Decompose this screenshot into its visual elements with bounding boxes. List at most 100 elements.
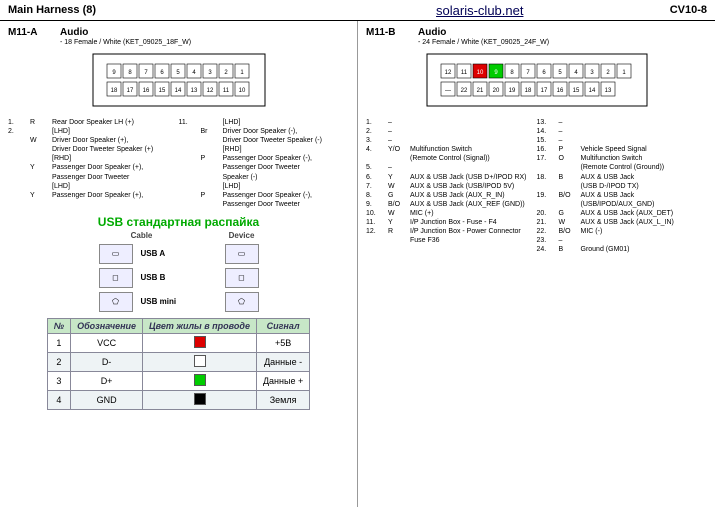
pin-num: 18.	[537, 173, 559, 182]
pin-color: –	[559, 136, 581, 145]
pin-desc	[581, 118, 708, 127]
pin-desc: AUX & USB Jack (AUX_R_IN)	[410, 191, 537, 200]
svg-text:17: 17	[126, 88, 133, 94]
pin-num: 22.	[537, 227, 559, 236]
page: Main Harness (8) solaris-club.net CV10-8…	[0, 0, 715, 511]
pin-color: –	[559, 236, 581, 245]
svg-text:12: 12	[206, 88, 213, 94]
usb-th: Цвет жилы в проводе	[143, 318, 257, 333]
usb-title: USB стандартная распайка	[8, 215, 349, 229]
usb-device-col: Device ▭ ◻ ⬠	[225, 231, 259, 312]
pin-color: G	[388, 191, 410, 200]
pin-num	[179, 200, 201, 209]
usb-table-head: №ОбозначениеЦвет жилы в проводеСигнал	[47, 318, 309, 333]
pin-desc: [LHD]	[223, 182, 350, 191]
pin-desc: AUX & USB Jack (AUX_L_IN)	[581, 218, 708, 227]
pin-num: 13.	[537, 118, 559, 127]
pin-color: B	[559, 245, 581, 254]
pin-num: 10.	[366, 209, 388, 218]
pin-desc: Multifunction Switch	[410, 145, 537, 154]
pin-row: 5.–	[366, 163, 537, 172]
pin-color: W	[30, 136, 52, 145]
pin-desc: (USB/IPOD/AUX_GND)	[581, 200, 708, 209]
pin-color	[30, 182, 52, 191]
pin-row: PPassenger Door Speaker (-),	[179, 154, 350, 163]
pin-row: 20.GAUX & USB Jack (AUX_DET)	[537, 209, 708, 218]
usb-grid: Cable ▭USB A ◻USB B ⬠USB mini Device ▭ ◻…	[8, 231, 349, 312]
usb-a-device-icon: ▭	[225, 244, 259, 264]
usb-table: №ОбозначениеЦвет жилы в проводеСигнал 1V…	[47, 318, 310, 410]
pin-desc: I/P Junction Box - Fuse - F4	[410, 218, 537, 227]
pin-num	[537, 200, 559, 209]
pin-desc: AUX & USB Jack (AUX_REF (GND))	[410, 200, 537, 209]
pin-desc: Passenger Door Speaker (-),	[223, 191, 350, 200]
pin-row: 15.–	[537, 136, 708, 145]
usb-cable-col: Cable ▭USB A ◻USB B ⬠USB mini	[99, 231, 185, 312]
pin-row: PPassenger Door Speaker (-),	[179, 191, 350, 200]
pin-row: 1.–	[366, 118, 537, 127]
usb-b-device-icon: ◻	[225, 268, 259, 288]
pin-color	[559, 163, 581, 172]
usb-num: 3	[47, 371, 70, 390]
usb-mini-cable-icon: ⬠	[99, 292, 133, 312]
pin-row: Fuse F36	[366, 236, 537, 245]
pin-desc: [LHD]	[223, 118, 350, 127]
pin-num	[179, 154, 201, 163]
pin-desc: Multifunction Switch	[581, 154, 708, 163]
pin-desc: Driver Door Tweeter Speaker (-)	[223, 136, 350, 145]
conn-b-diagram: 121110987654321—22212019181716151413	[412, 50, 662, 110]
pin-num	[179, 136, 201, 145]
pin-row: (USB D-/IPOD TX)	[537, 182, 708, 191]
pin-row: (USB/IPOD/AUX_GND)	[537, 200, 708, 209]
pin-row: Speaker (-)	[179, 173, 350, 182]
pin-num	[537, 163, 559, 172]
pin-num: 11.	[179, 118, 201, 127]
svg-text:13: 13	[604, 88, 611, 94]
pin-row: 18.BAUX & USB Jack	[537, 173, 708, 182]
pin-color: Y	[30, 163, 52, 172]
pin-row: 14.–	[537, 127, 708, 136]
usb-num: 4	[47, 390, 70, 409]
usb-num: 1	[47, 333, 70, 352]
usb-desig: D+	[71, 371, 143, 390]
usb-num: 2	[47, 352, 70, 371]
usb-b-label: USB B	[141, 273, 185, 282]
pin-desc: Driver Door Speaker (-),	[223, 127, 350, 136]
pin-desc: MIC (+)	[410, 209, 537, 218]
pin-color	[30, 173, 52, 182]
pin-num: 2.	[366, 127, 388, 136]
conn-a-pins-right: 11.[LHD]BrDriver Door Speaker (-),Driver…	[179, 118, 350, 209]
pin-num	[179, 182, 201, 191]
pin-color: R	[30, 118, 52, 127]
pin-row: 23.–	[537, 236, 708, 245]
pin-num	[8, 163, 30, 172]
pin-row: 11.YI/P Junction Box - Fuse - F4	[366, 218, 537, 227]
pin-color: P	[201, 154, 223, 163]
pin-desc: AUX & USB Jack (AUX_DET)	[581, 209, 708, 218]
pin-color: –	[388, 127, 410, 136]
svg-text:11: 11	[460, 70, 467, 76]
pin-color: P	[201, 191, 223, 200]
usb-signal: Данные -	[256, 352, 309, 371]
svg-text:14: 14	[588, 88, 595, 94]
pin-color: –	[388, 163, 410, 172]
usb-color	[143, 371, 257, 390]
pin-num	[8, 145, 30, 154]
pin-row: [RHD]	[179, 145, 350, 154]
pin-color	[201, 118, 223, 127]
pin-color	[201, 200, 223, 209]
pin-desc: Passenger Door Speaker (+),	[52, 191, 179, 200]
svg-text:22: 22	[460, 88, 467, 94]
pin-desc	[410, 163, 537, 172]
pin-row: (Remote Control (Ground))	[537, 163, 708, 172]
pin-color: –	[559, 118, 581, 127]
usb-device-label: Device	[229, 231, 255, 240]
conn-a-name: Audio	[60, 27, 88, 38]
pin-num: 2.	[8, 127, 30, 136]
svg-text:10: 10	[238, 88, 245, 94]
usb-desig: VCC	[71, 333, 143, 352]
usb-b-cable-icon: ◻	[99, 268, 133, 288]
pin-color: Br	[201, 127, 223, 136]
pin-num: 11.	[366, 218, 388, 227]
pin-num	[179, 163, 201, 172]
